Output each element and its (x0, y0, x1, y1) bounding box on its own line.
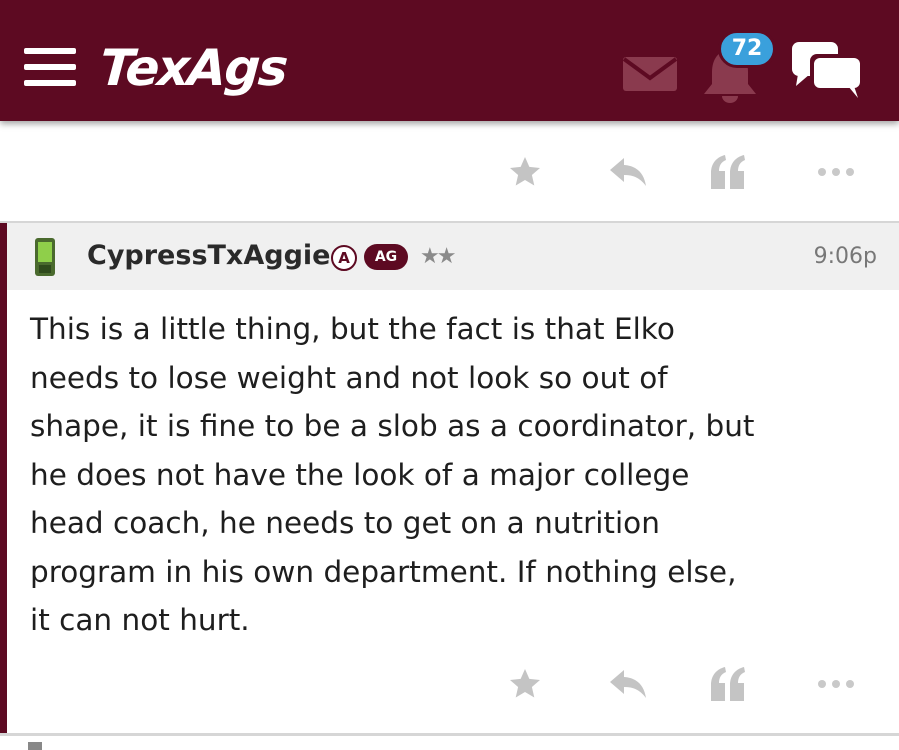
app-header: TexAgs 72 (0, 0, 899, 121)
next-post (0, 736, 899, 750)
reply-icon[interactable] (600, 147, 656, 197)
quote-icon[interactable] (700, 659, 756, 709)
logo[interactable]: TexAgs (98, 38, 288, 98)
quote-icon[interactable] (700, 147, 756, 197)
chat-icon[interactable] (790, 40, 866, 100)
user-badge-a: A (331, 245, 357, 271)
post-time: 9:06p (813, 244, 877, 269)
post-accent-bar (0, 223, 7, 733)
user-badge-ag: AG (364, 244, 408, 270)
reply-icon[interactable] (600, 659, 656, 709)
star-icon[interactable] (500, 659, 550, 709)
phone-icon (35, 238, 55, 276)
mail-icon[interactable] (622, 56, 678, 92)
post-action-bar (0, 659, 899, 709)
more-icon[interactable] (806, 659, 866, 709)
notification-badge[interactable]: 72 (718, 30, 776, 68)
star-icon[interactable] (500, 147, 550, 197)
previous-post (0, 121, 899, 221)
menu-icon[interactable] (24, 48, 76, 88)
user-rating-stars: ★★ (420, 244, 456, 269)
post-header: CypressTxAggie A AG ★★ 9:06p (7, 223, 899, 290)
previous-post-action-bar (0, 147, 899, 197)
post-username[interactable]: CypressTxAggie (87, 239, 330, 273)
next-post-icon (28, 742, 42, 750)
forum-post: CypressTxAggie A AG ★★ 9:06p This is a l… (0, 223, 899, 733)
post-body: This is a little thing, but the fact is … (30, 312, 755, 637)
more-icon[interactable] (806, 147, 866, 197)
